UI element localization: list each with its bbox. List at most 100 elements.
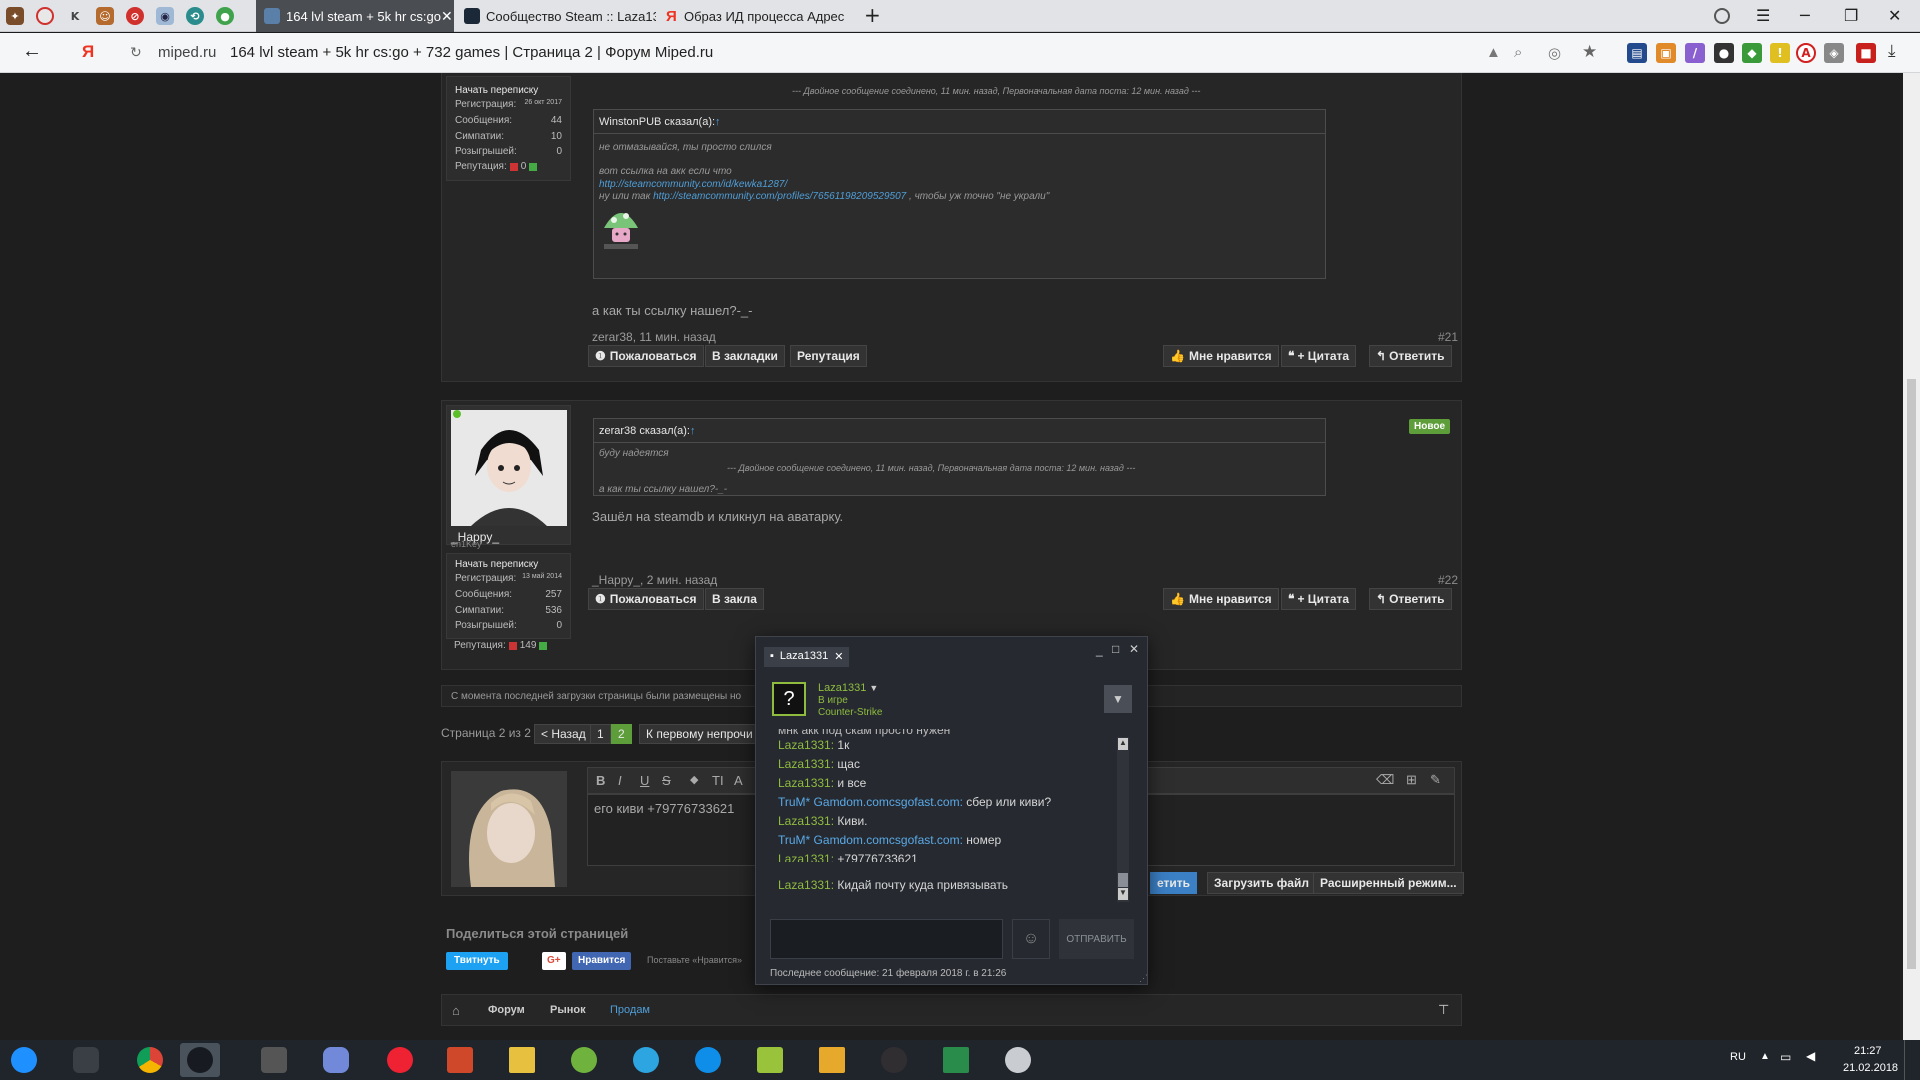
chat-scrollbar[interactable]: ▲ ▼ [1117, 737, 1129, 902]
rep-plus-icon[interactable] [529, 163, 538, 171]
post-number[interactable]: #21 [1438, 330, 1458, 344]
start-conversation-link[interactable]: Начать переписку [455, 559, 562, 570]
reply-button[interactable]: ↰ Ответить [1369, 345, 1452, 367]
teamviewer-icon[interactable] [688, 1043, 728, 1077]
quote-jump-link[interactable]: ↑ [690, 425, 696, 437]
steam-profile-link[interactable]: http://steamcommunity.com/id/kewka1287/ [599, 179, 787, 190]
post-meta[interactable]: zerar38, 11 мин. назад [592, 330, 716, 344]
friend-avatar[interactable]: ? [772, 682, 806, 716]
close-icon[interactable]: ✕ [1129, 642, 1139, 656]
pinned-tab-icon[interactable] [36, 7, 54, 25]
facebook-like-button[interactable]: Нравится [572, 952, 632, 970]
file-explorer-icon[interactable] [502, 1043, 542, 1077]
font-size-button[interactable]: TI [712, 773, 724, 788]
home-icon[interactable]: ⌂ [452, 1003, 460, 1018]
reader-icon[interactable]: ▲ [1486, 44, 1501, 61]
yandex-logo[interactable]: Я [82, 42, 94, 62]
like-button[interactable]: 👍 Мне нравится [1163, 345, 1279, 367]
first-unread-button[interactable]: К первому непрочи [639, 724, 760, 744]
monitor-app-icon[interactable] [936, 1043, 976, 1077]
tab-process[interactable]: Я Образ ИД процесса Адрес [658, 0, 858, 32]
avatar[interactable] [451, 410, 567, 526]
pinned-tab-icon[interactable]: K [66, 7, 84, 25]
extension-icon[interactable]: A [1796, 43, 1816, 63]
rep-plus-icon[interactable] [539, 642, 548, 650]
page-scrollbar[interactable] [1903, 73, 1920, 1040]
resize-grip-icon[interactable]: ⋰ [1139, 973, 1148, 984]
pinned-tab-icon[interactable]: ⟲ [186, 7, 204, 25]
pinned-tab-icon[interactable]: ✦ [6, 7, 24, 25]
extension-icon[interactable]: ▤ [1627, 43, 1647, 63]
volume-icon[interactable]: ◀ [1806, 1049, 1815, 1063]
rep-minus-icon[interactable] [508, 642, 517, 650]
reputation-button[interactable]: Репутация [790, 345, 867, 367]
tab-steam-community[interactable]: Сообщество Steam :: Laza1331 [456, 0, 656, 32]
tray-arrow-icon[interactable]: ▲ [1760, 1051, 1770, 1062]
wrench-icon[interactable]: ✎ [1430, 772, 1441, 788]
extension-icon[interactable]: ◆ [1742, 43, 1762, 63]
discord-icon[interactable] [316, 1043, 356, 1077]
upload-file-button[interactable]: Загрузить файл [1207, 872, 1316, 894]
breadcrumb-market[interactable]: Рынок [550, 1004, 586, 1016]
reload-icon[interactable]: ↻ [130, 44, 142, 61]
italic-button[interactable]: I [618, 773, 622, 788]
like-button[interactable]: 👍 Мне нравится [1163, 588, 1279, 610]
strike-button[interactable]: S [662, 773, 671, 788]
start-conversation-link[interactable]: Начать переписку [455, 85, 562, 96]
eraser-icon[interactable]: ⌫ [1376, 772, 1394, 788]
color-button[interactable]: ◆ [690, 773, 698, 786]
menu-icon[interactable]: ☰ [1756, 6, 1770, 25]
friend-name[interactable]: Laza1331 ▼ [818, 682, 878, 694]
restore-icon[interactable]: ❐ [1844, 6, 1858, 25]
underline-button[interactable]: U [640, 773, 649, 788]
breadcrumb-forum[interactable]: Форум [488, 1004, 525, 1016]
tab-miped[interactable]: 164 lvl steam + 5k hr cs:go ✕ [256, 0, 454, 32]
steam-profile-link[interactable]: http://steamcommunity.com/profiles/76561… [653, 191, 906, 202]
post-meta[interactable]: _Happy_, 2 мин. назад [592, 573, 717, 587]
font-button[interactable]: A [734, 773, 743, 788]
quote-jump-link[interactable]: ↑ [715, 116, 721, 128]
minimize-icon[interactable]: _ [1096, 643, 1103, 657]
emoticon-icon[interactable]: ☺ [1012, 919, 1050, 959]
network-icon[interactable]: ▭ [1780, 1050, 1791, 1064]
clock-time[interactable]: 21:27 [1854, 1045, 1882, 1057]
pinned-tab-icon[interactable]: ◉ [156, 7, 174, 25]
bookmark-button[interactable]: В закладки [705, 345, 785, 367]
quote-button[interactable]: ❝ + Цитата [1281, 345, 1357, 367]
report-button[interactable]: ❶ Пожаловаться [588, 588, 704, 610]
extension-icon[interactable]: ● [1714, 43, 1734, 63]
clock-date[interactable]: 21.02.2018 [1843, 1062, 1898, 1074]
new-tab-button[interactable]: + [864, 3, 881, 27]
bookmark-star-icon[interactable]: ★ [1582, 42, 1597, 62]
scrollbar-thumb[interactable] [1118, 873, 1128, 887]
minimize-icon[interactable]: ─ [1800, 6, 1810, 25]
prev-page-button[interactable]: < Назад [534, 724, 593, 744]
pinned-tab-icon[interactable]: ⊘ [126, 7, 144, 25]
telegram-icon[interactable] [626, 1043, 666, 1077]
protect-icon[interactable]: ◎ [1548, 44, 1561, 62]
utorrent-icon[interactable] [564, 1043, 604, 1077]
maximize-icon[interactable]: □ [1112, 642, 1119, 656]
bookmark-button[interactable]: В закла [705, 588, 764, 610]
post-reply-button[interactable]: етить [1150, 872, 1198, 894]
bluestacks-icon[interactable] [750, 1043, 790, 1077]
scrollbar-thumb[interactable] [1907, 379, 1916, 969]
world-of-tanks-icon[interactable] [254, 1043, 294, 1077]
report-button[interactable]: ❶ Пожаловаться [588, 345, 704, 367]
app-icon[interactable] [440, 1043, 480, 1077]
chat-tab[interactable]: ▪ Laza1331 ✕ [764, 647, 850, 667]
zoom-icon[interactable]: ⌕ [1514, 44, 1522, 61]
close-icon[interactable]: ✕ [441, 8, 453, 25]
pubg-icon[interactable] [812, 1043, 852, 1077]
breadcrumb-sell[interactable]: Продам [610, 1004, 650, 1016]
pinned-tab-icon[interactable]: ● [216, 7, 234, 25]
obs-icon[interactable] [874, 1043, 914, 1077]
shield-icon[interactable]: ◈ [1824, 43, 1844, 63]
show-desktop-button[interactable] [1904, 1040, 1920, 1080]
extension-icon[interactable]: / [1685, 43, 1705, 63]
chat-options-button[interactable]: ▼ [1104, 685, 1132, 713]
close-window-icon[interactable]: ✕ [1888, 6, 1901, 25]
insert-icon[interactable]: ⊞ [1406, 772, 1417, 788]
profile-icon[interactable] [1714, 8, 1730, 24]
chevron-down-icon[interactable]: ▼ [869, 683, 878, 693]
